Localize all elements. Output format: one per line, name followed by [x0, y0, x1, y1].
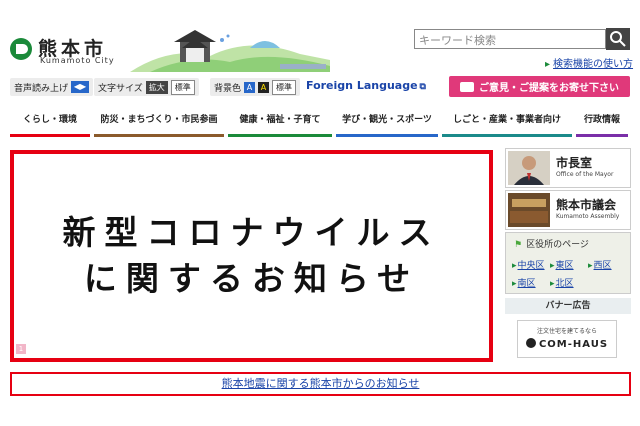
mayor-title: 市長室: [556, 156, 593, 170]
banner-line-2: に関するお知らせ: [83, 259, 420, 298]
earthquake-link[interactable]: 熊本地震に関する熊本市からのお知らせ: [222, 377, 420, 390]
speech-bubble-icon: [460, 81, 474, 92]
banner-line-1: 新型コロナウイルス: [62, 213, 441, 252]
nav-label: くらし・環境: [22, 115, 77, 125]
ad-logo-icon: [525, 338, 536, 348]
font-standard-button[interactable]: 標準: [170, 79, 195, 95]
banner-ad-heading: バナー広告: [505, 298, 631, 314]
slide-indicator[interactable]: 1: [16, 344, 26, 354]
assembly-title: 熊本市議会: [556, 198, 617, 212]
nav-label: しごと・産業・事業者向け: [452, 115, 561, 125]
bg-standard-button[interactable]: 標準: [272, 79, 297, 95]
nav-label: 学び・観光・スポーツ: [342, 115, 432, 125]
nav-item-health[interactable]: 健康・福祉・子育て: [228, 103, 332, 137]
speaker-icon: ◀▶: [71, 81, 90, 93]
mayor-photo: [508, 151, 550, 185]
nav-label: 健康・福祉・子育て: [239, 115, 321, 125]
covid-banner[interactable]: 新型コロナウイルス に関するお知らせ 1: [10, 150, 493, 362]
external-link-icon: ⧉: [419, 82, 426, 92]
ad-brand: COM-HAUS: [518, 338, 616, 350]
speech-label: 音声読み上げ: [14, 83, 69, 94]
ward-link-kita[interactable]: 北区: [550, 276, 588, 289]
assembly-subtitle: Kumamoto Assembly: [556, 213, 620, 220]
speech-toggle[interactable]: 音声読み上げ ◀▶: [10, 78, 94, 96]
bg-black-button[interactable]: A: [258, 81, 270, 93]
nav-item-business[interactable]: しごと・産業・事業者向け: [442, 103, 572, 137]
nav-item-living[interactable]: くらし・環境: [10, 103, 90, 137]
mayor-subtitle: Office of the Mayor: [556, 171, 614, 178]
font-size-control: 文字サイズ 拡大 標準: [94, 78, 199, 96]
ad-brand-text: COM-HAUS: [538, 339, 609, 350]
opinion-label: ご意見・ご提案をお寄せ下さい: [479, 83, 619, 94]
nav-item-disaster[interactable]: 防災・まちづくり・市民参画: [94, 103, 224, 137]
search-input[interactable]: キーワード検索: [414, 29, 606, 49]
font-enlarge-button[interactable]: 拡大: [145, 80, 168, 94]
bg-color-control: 背景色 A A 標準: [210, 78, 301, 96]
bg-color-label: 背景色: [214, 83, 242, 94]
opinion-button[interactable]: ご意見・ご提案をお寄せ下さい: [449, 76, 630, 97]
nav-label: 行政情報: [583, 115, 620, 125]
com-haus-ad[interactable]: 注文住宅を建てるなら COM-HAUS: [517, 320, 617, 358]
foreign-language-label: Foreign Language: [306, 79, 418, 92]
ward-link-chuo[interactable]: 中央区: [512, 258, 550, 271]
castle-illustration: [130, 30, 330, 72]
mayor-office-link[interactable]: 市長室 Office of the Mayor: [505, 148, 631, 188]
ad-subtext: 注文住宅を建てるなら: [536, 328, 597, 335]
ward-link-minami[interactable]: 南区: [512, 276, 550, 289]
foreign-language-link[interactable]: Foreign Language ⧉: [306, 79, 426, 92]
global-nav: くらし・環境 防災・まちづくり・市民参画 健康・福祉・子育て 学び・観光・スポー…: [10, 103, 632, 137]
nav-label: 防災・まちづくり・市民参画: [100, 115, 218, 125]
assembly-photo: [508, 193, 550, 227]
ward-link-nishi[interactable]: 西区: [588, 258, 626, 271]
search-button[interactable]: [606, 28, 630, 50]
search-help-link[interactable]: 検索機能の使い方: [545, 55, 633, 70]
assembly-link[interactable]: 熊本市議会 Kumamoto Assembly: [505, 190, 631, 230]
ward-office-box: 区役所のページ 中央区 東区 西区 南区 北区: [505, 232, 631, 294]
bg-blue-button[interactable]: A: [244, 81, 256, 93]
ward-title: 区役所のページ: [514, 237, 589, 250]
earthquake-notice: 熊本地震に関する熊本市からのお知らせ: [10, 372, 631, 396]
city-emblem-icon: [10, 38, 32, 60]
search-icon: [610, 31, 626, 47]
ward-list: 中央区 東区 西区 南区 北区: [512, 258, 628, 294]
nav-item-learning[interactable]: 学び・観光・スポーツ: [336, 103, 438, 137]
site-logo[interactable]: 熊本市 Kumamoto City: [10, 32, 120, 66]
ward-link-higashi[interactable]: 東区: [550, 258, 588, 271]
font-size-label: 文字サイズ: [98, 83, 143, 94]
logo-subtext: Kumamoto City: [40, 56, 115, 65]
nav-item-admin[interactable]: 行政情報: [576, 103, 628, 137]
